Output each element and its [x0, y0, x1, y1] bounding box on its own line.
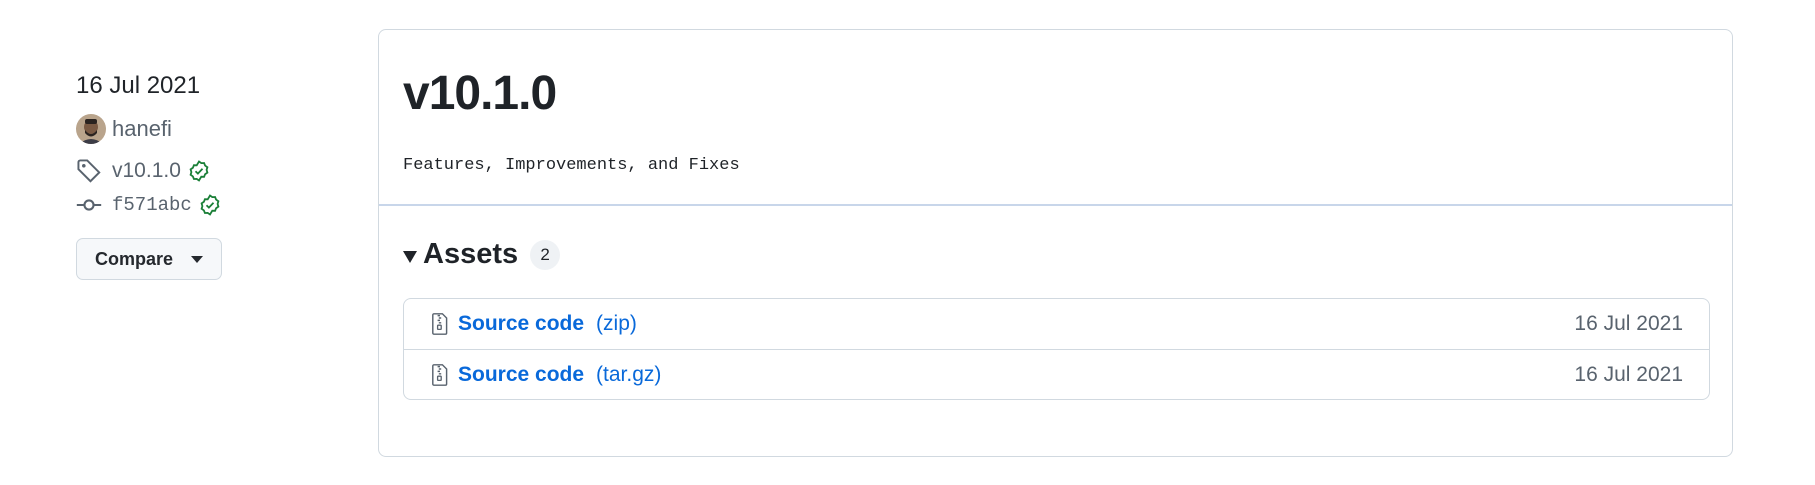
commit-sha[interactable]: f571abc: [112, 194, 192, 216]
release-title[interactable]: v10.1.0: [403, 66, 557, 121]
author-link[interactable]: hanefi: [76, 112, 376, 146]
tag-name[interactable]: v10.1.0: [112, 159, 181, 183]
tag-icon: [76, 158, 102, 184]
release-header: v10.1.0 Features, Improvements, and Fixe…: [379, 30, 1732, 206]
asset-date: 16 Jul 2021: [1574, 362, 1683, 386]
compare-button[interactable]: Compare: [76, 238, 223, 280]
release-description: Features, Improvements, and Fixes: [403, 156, 740, 175]
assets-toggle[interactable]: Assets 2: [403, 238, 561, 271]
avatar[interactable]: [76, 114, 106, 144]
asset-extension[interactable]: (zip): [596, 312, 637, 336]
assets-count-badge: 2: [530, 239, 561, 270]
asset-date: 16 Jul 2021: [1574, 312, 1683, 335]
release-sidebar: 16 Jul 2021 hanefi v10.1.0 f571abc Compa…: [76, 70, 376, 280]
release-card: v10.1.0 Features, Improvements, and Fixe…: [378, 29, 1733, 457]
asset-row[interactable]: Source code (tar.gz) 16 Jul 2021: [404, 349, 1709, 399]
asset-name-link[interactable]: Source code: [458, 363, 584, 387]
commit-link[interactable]: f571abc: [76, 190, 376, 220]
author-name[interactable]: hanefi: [112, 116, 172, 142]
file-zip-icon: [430, 312, 450, 336]
compare-button-label: Compare: [95, 248, 174, 269]
asset-extension[interactable]: (tar.gz): [596, 363, 661, 387]
asset-name-link[interactable]: Source code: [458, 312, 584, 336]
verified-check-icon[interactable]: [198, 193, 222, 217]
tag-link[interactable]: v10.1.0: [76, 156, 376, 186]
chevron-down-icon: [191, 255, 204, 263]
verified-check-icon[interactable]: [187, 159, 211, 183]
caret-down-icon: [403, 250, 417, 263]
file-zip-icon: [430, 363, 450, 387]
asset-row[interactable]: Source code (zip) 16 Jul 2021: [404, 299, 1709, 349]
assets-list: Source code (zip) 16 Jul 2021 Source cod…: [403, 298, 1710, 400]
assets-title: Assets: [423, 238, 519, 270]
commit-icon: [76, 192, 102, 218]
release-date: 16 Jul 2021: [76, 72, 201, 99]
